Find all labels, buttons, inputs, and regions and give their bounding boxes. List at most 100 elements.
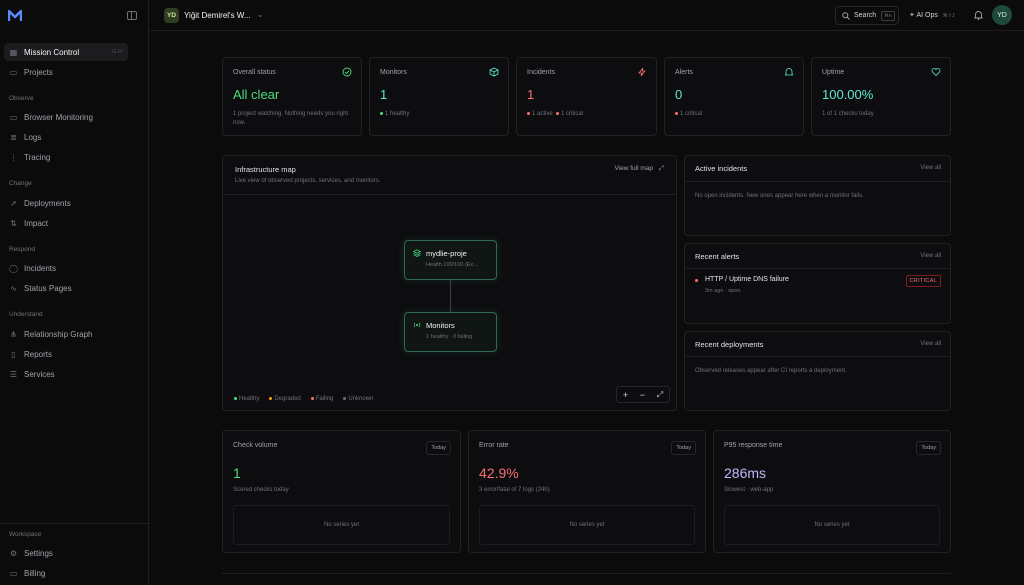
status-dot — [380, 111, 383, 115]
stat-sub: 1 active 1 critical — [527, 110, 652, 119]
sidebar-item-relationship-graph[interactable]: ⋔ Relationship Graph — [4, 325, 128, 343]
layers-icon — [413, 249, 421, 257]
section-divider — [222, 573, 951, 574]
stat-value: All clear — [233, 87, 280, 102]
stat-sub: 1 of 1 checks today — [822, 111, 874, 117]
collapse-sidebar-icon[interactable] — [127, 11, 137, 20]
empty-chart: No series yet — [233, 505, 450, 545]
metric-card-check-volume: Check volume Today 1 Scored checks today… — [222, 430, 461, 553]
topbar: YD Yiğit Demirel's W... ⌄ Search ⌘K ✦ AI… — [149, 0, 1024, 31]
sidebar-item-mission-control[interactable]: ▦ Mission Control G H — [4, 43, 128, 61]
sidebar-item-logs[interactable]: ≣ Logs — [4, 128, 128, 146]
section-understand: Understand — [9, 311, 43, 318]
stat-card-overall-status: Overall status All clear 1 project watch… — [222, 57, 362, 136]
divider — [685, 356, 950, 357]
map-node-project[interactable]: mydlie-proje Health 100/100 (Ex... — [404, 240, 497, 280]
metric-value: 42.9% — [479, 465, 519, 481]
range-button[interactable]: Today — [671, 441, 696, 455]
alert-circle-icon: ◯ — [9, 263, 18, 273]
stat-sub: 1 critical — [675, 110, 800, 119]
view-all-link[interactable]: View all — [920, 253, 941, 259]
heart-icon — [931, 68, 941, 77]
sidebar-item-services[interactable]: ☰ Services — [4, 365, 128, 383]
view-full-map-link[interactable]: View full map ⤢ — [614, 165, 664, 173]
metric-card-error-rate: Error rate Today 42.9% 3 error/fatal of … — [468, 430, 706, 553]
activity-icon: ∿ — [10, 283, 17, 293]
graph-icon: ⋔ — [10, 329, 17, 339]
status-dot — [675, 111, 678, 115]
sidebar-item-deployments[interactable]: ➚ Deployments — [4, 194, 128, 212]
sidebar: ▦ Mission Control G H ▭ Projects Observe… — [0, 0, 149, 585]
legend-item: Failing — [310, 396, 334, 402]
empty-chart: No series yet — [724, 505, 940, 545]
sidebar-item-projects[interactable]: ▭ Projects — [4, 63, 128, 81]
divider — [223, 194, 676, 195]
sidebar-item-label: Mission Control — [24, 47, 80, 57]
node-title: Monitors — [426, 321, 455, 330]
infrastructure-map-panel: Infrastructure map Live view of observed… — [222, 155, 677, 411]
stat-value: 100.00% — [822, 87, 874, 102]
panel-title: Infrastructure map — [235, 165, 296, 174]
panel-title: Active incidents — [695, 164, 748, 173]
alert-row[interactable]: HTTP / Uptime DNS failure 3m ago · open … — [695, 275, 950, 304]
sidebar-item-browser-monitoring[interactable]: ▭ Browser Monitoring — [4, 108, 128, 126]
status-dot — [556, 111, 560, 115]
metric-sub: Slowest · web-app — [724, 487, 774, 493]
legend-label: Failing — [315, 396, 334, 402]
zoom-controls: + − ⤢ — [616, 386, 670, 403]
zoom-in-button[interactable]: + — [623, 390, 628, 400]
legend-dot — [234, 396, 237, 400]
metric-sub: 3 error/fatal of 7 logs (24h) — [479, 487, 550, 493]
recent-deployments-panel: Recent deployments View all Observed rel… — [684, 331, 951, 411]
stat-value: 1 — [527, 87, 535, 102]
view-all-link[interactable]: View all — [920, 341, 941, 347]
stat-value: 0 — [675, 87, 683, 102]
fit-view-button[interactable]: ⤢ — [657, 390, 663, 400]
legend-item: Healthy — [234, 396, 259, 402]
divider — [685, 181, 950, 182]
search-icon — [842, 11, 850, 20]
panel-title: Recent alerts — [695, 252, 740, 261]
metric-sub: Scored checks today — [233, 487, 289, 493]
user-avatar[interactable]: YD — [992, 5, 1012, 25]
sidebar-item-incidents[interactable]: ◯ Incidents — [4, 259, 128, 277]
alert-meta: 3m ago · open — [705, 288, 741, 294]
stat-card-uptime: Uptime 100.00% 1 of 1 checks today — [811, 57, 951, 136]
sidebar-item-billing[interactable]: ▭ Billing — [4, 564, 128, 582]
status-dot — [527, 111, 530, 115]
sidebar-item-label: Tracing — [24, 152, 51, 162]
section-observe: Observe — [9, 95, 34, 102]
shortcut-hint: G H — [112, 49, 122, 55]
chevron-down-icon[interactable]: ⌄ — [257, 10, 264, 19]
ai-ops-button[interactable]: ✦ AI Ops ⌘⇧J — [909, 11, 955, 19]
legend-label: Healthy — [239, 396, 260, 402]
section-workspace: Workspace — [9, 531, 42, 538]
search-button[interactable]: Search ⌘K — [835, 6, 899, 25]
view-full-map-label: View full map — [614, 165, 653, 172]
map-node-monitors[interactable]: Monitors 1 healthy · 0 failing — [404, 312, 497, 352]
stat-sub-text: 1 critical — [680, 111, 703, 117]
workspace-switcher[interactable]: Yiğit Demirel's W... — [184, 11, 251, 20]
sidebar-item-label: Relationship Graph — [24, 329, 93, 339]
bell-icon[interactable] — [974, 10, 983, 20]
sidebar-item-settings[interactable]: ⚙ Settings — [4, 544, 128, 562]
bell-icon — [784, 68, 794, 76]
legend-dot — [269, 396, 273, 400]
metric-value: 286ms — [724, 465, 767, 481]
recent-alerts-panel: Recent alerts View all HTTP / Uptime DNS… — [684, 243, 951, 324]
sidebar-item-tracing[interactable]: ⋮ Tracing — [4, 148, 128, 166]
document-icon: ▯ — [11, 349, 16, 359]
range-button[interactable]: Today — [426, 441, 451, 455]
workspace-avatar[interactable]: YD — [164, 8, 179, 23]
sidebar-item-impact[interactable]: ⇅ Impact — [4, 214, 128, 232]
stat-sub-text: 1 healthy — [385, 111, 410, 117]
sidebar-item-label: Logs — [24, 132, 42, 142]
logo-icon[interactable] — [8, 10, 22, 22]
cube-icon — [489, 67, 499, 77]
zoom-out-button[interactable]: − — [640, 390, 645, 400]
sidebar-item-status-pages[interactable]: ∿ Status Pages — [4, 279, 128, 297]
view-all-link[interactable]: View all — [920, 165, 941, 171]
stat-label: Monitors — [380, 69, 407, 76]
sidebar-item-reports[interactable]: ▯ Reports — [4, 345, 128, 363]
range-button[interactable]: Today — [916, 441, 941, 455]
